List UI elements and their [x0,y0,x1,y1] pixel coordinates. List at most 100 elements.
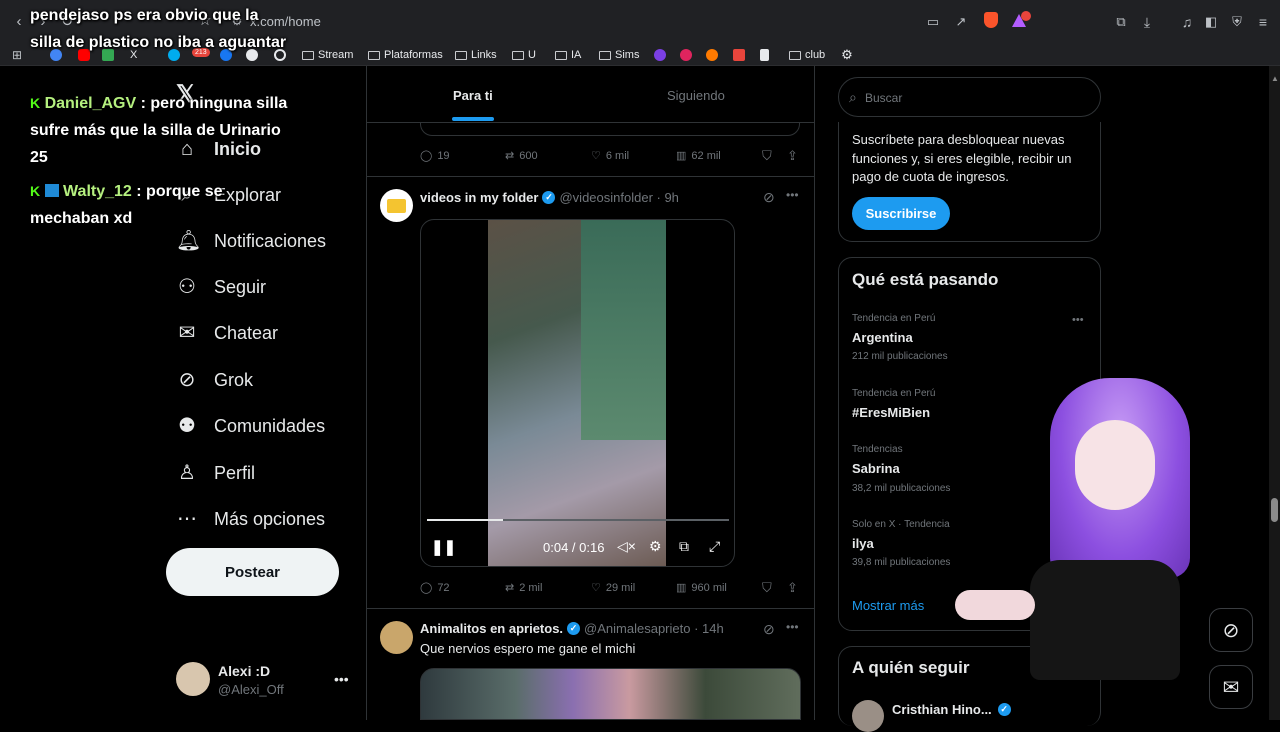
follow-name: Cristhian Hino... [892,702,992,717]
reply-button[interactable]: ◯ 72 [420,581,450,595]
bookmark-plataformas[interactable]: Plataformas [368,46,443,64]
like-button[interactable]: ♡ 6 mil [591,149,629,163]
apps-grid-icon[interactable]: ⊞ [8,46,26,64]
nav-seguir[interactable]: ⚇ Seguir [176,273,266,301]
back-icon[interactable]: ‹ [10,13,28,31]
video-time: 0:04 / 0:16 [543,540,605,555]
follow-suggestion[interactable]: Cristhian Hino... ✓ [892,702,1011,717]
trend-category: Tendencia en Perú [852,388,936,399]
nav-grok[interactable]: ⊘ Grok [176,366,253,394]
bookmark-stream[interactable]: Stream [302,46,353,64]
video-settings-icon[interactable]: ⚙ [649,538,662,555]
tweet-avatar[interactable] [380,621,413,654]
bookmark-ia[interactable]: IA [555,46,581,64]
trend-count: 39,8 mil publicaciones [852,557,951,568]
heart-bookmark-icon[interactable] [680,49,692,61]
tab-para-ti[interactable]: Para ti [453,88,493,103]
download-icon[interactable]: ⤓ [1138,13,1156,31]
like-button[interactable]: ♡ 29 mil [591,581,635,595]
cast-icon[interactable]: ▭ [924,13,942,31]
fire-bookmark-icon[interactable] [706,49,718,61]
repost-button[interactable]: ⇄ 600 [505,149,538,163]
tweet-avatar[interactable] [380,189,413,222]
show-more-link[interactable]: Mostrar más [852,598,924,613]
scroll-up-arrow[interactable]: ▲ [1271,74,1279,83]
grok-explain-icon[interactable]: ⊘ [763,189,775,206]
views-button[interactable]: ▥ 960 mil [676,581,727,595]
trend-more-icon[interactable]: ••• [1072,314,1084,326]
divider [366,608,815,609]
tweet-image[interactable] [420,668,801,720]
kick-icon: K [30,95,41,111]
share-button[interactable]: ⇪ [787,580,798,596]
picture-in-picture-icon[interactable]: ⧉ [679,538,689,555]
grok-explain-icon[interactable]: ⊘ [763,621,775,638]
scrollbar-thumb[interactable] [1271,498,1278,522]
account-handle: @Alexi_Off [218,682,284,697]
post-button[interactable]: Postear [166,548,339,596]
trend-category: Tendencias [852,444,903,455]
bookmark-button[interactable]: ⛉ [762,580,772,596]
bookmark-links[interactable]: Links [455,46,497,64]
bookmark-button[interactable]: ⛉ [762,148,772,164]
reply-icon: ◯ [420,582,433,594]
tweet-text: Que nervios espero me gane el michi [420,641,636,656]
nav-perfil[interactable]: ♙ Perfil [176,459,255,487]
media-icon[interactable]: ♫ [1178,13,1196,31]
profile-icon: ♙ [178,462,196,484]
settings-bookmark-icon[interactable]: ⚙ [838,46,856,64]
mute-icon[interactable]: ◁× [617,538,636,555]
share-icon[interactable]: ↗ [952,13,970,31]
sidebar-icon[interactable]: ◧ [1202,13,1220,31]
bookmark-sims[interactable]: Sims [599,46,639,64]
trend-item[interactable]: #EresMiBien [852,405,930,420]
divider [366,176,815,177]
bookmark-u[interactable]: U [512,46,536,64]
tab-siguiendo[interactable]: Siguiendo [667,88,725,103]
grok-float-button[interactable]: ⊘ [1209,608,1253,652]
tweet-author[interactable]: videos in my folder ✓ @videosinfolder · 9h [420,190,679,205]
vpn-icon[interactable]: ⛨ [1228,13,1246,31]
tweet-more-icon[interactable]: ••• [786,620,799,634]
chat-message: K Walty_12 : porque se mechaban xd [30,178,290,232]
premium-text: Suscríbete para desbloquear nuevas funci… [852,132,1072,184]
search-icon: ⌕ [849,89,857,105]
page-scrollbar[interactable] [1269,66,1280,720]
author-name: Animalitos en aprietos. [420,621,564,636]
views-button[interactable]: ▥ 62 mil [676,149,721,163]
search-tabs-icon[interactable]: ⧉ [1112,13,1130,31]
tweet-author[interactable]: Animalitos en aprietos. ✓ @Animalesaprieto… [420,621,724,636]
subscribe-button[interactable]: Suscribirse [852,197,950,230]
repost-button[interactable]: ⇄ 2 mil [505,581,542,595]
tweet-more-icon[interactable]: ••• [786,188,799,202]
trend-item[interactable]: Argentina [852,330,913,345]
chat-user: Daniel_AGV [44,95,137,112]
doc-bookmark-icon[interactable] [760,49,769,61]
video-wall [581,220,666,440]
bookmark-club[interactable]: club [789,46,825,64]
nav-comunidades[interactable]: ⚉ Comunidades [176,412,325,440]
twitch-icon[interactable] [654,49,666,61]
trend-item[interactable]: ilya [852,536,874,551]
share-button[interactable]: ⇪ [787,148,798,164]
account-more-icon[interactable]: ••• [334,671,349,687]
video-player[interactable]: ❚❚ 0:04 / 0:16 ◁× ⚙ ⧉ ⤢ [420,219,735,567]
reply-button[interactable]: ◯ 19 [420,149,450,163]
nav-mas-opciones[interactable]: ⋯ Más opciones [176,505,325,533]
reply-icon: ◯ [420,150,433,162]
search-placeholder[interactable]: Buscar [865,91,902,105]
trend-item[interactable]: Sabrina [852,461,900,476]
red-bookmark-icon[interactable] [733,49,745,61]
folder-icon [512,50,524,60]
folder-icon [387,199,406,213]
fullscreen-icon[interactable]: ⤢ [709,538,720,555]
menu-icon[interactable]: ≡ [1254,13,1272,31]
follow-avatar[interactable] [852,700,884,732]
brave-shield-icon[interactable] [984,12,998,28]
account-avatar[interactable] [176,662,210,696]
pause-icon[interactable]: ❚❚ [431,538,456,556]
bookmark-label: club [805,49,826,61]
nav-chatear[interactable]: ✉ Chatear [176,319,278,347]
nav-label: Notificaciones [214,230,327,251]
messages-float-button[interactable]: ✉ [1209,665,1253,709]
